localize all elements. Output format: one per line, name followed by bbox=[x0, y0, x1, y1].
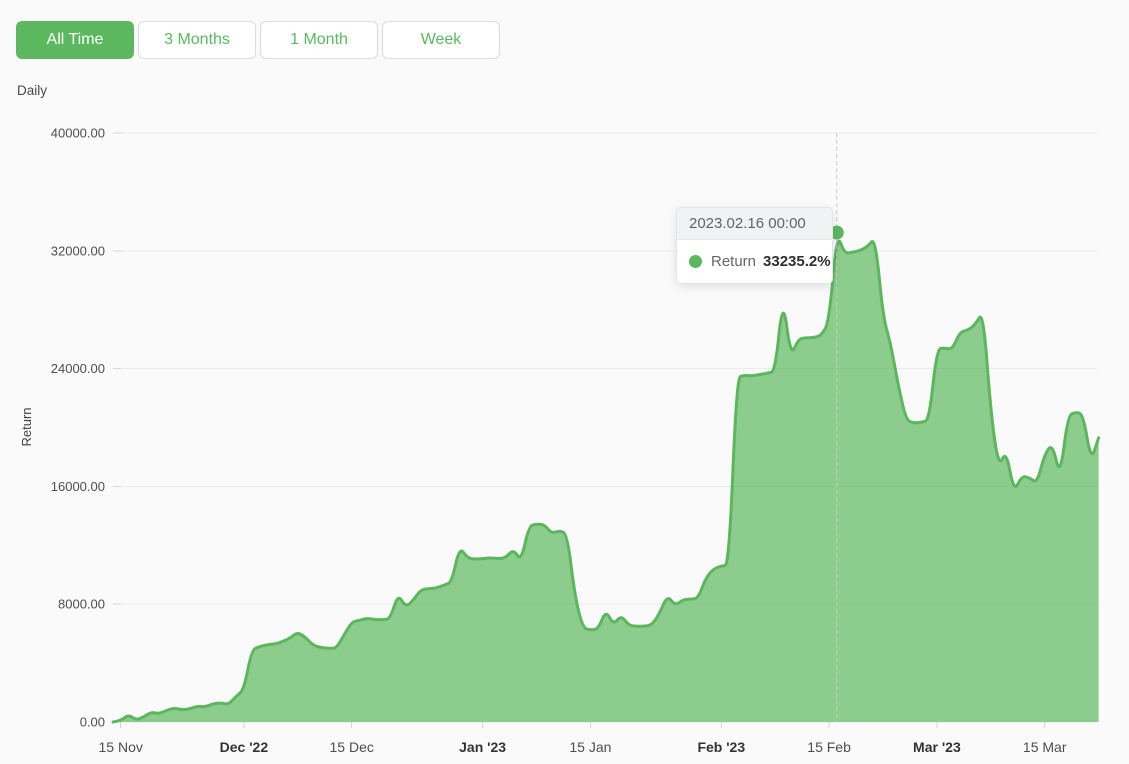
return-area-chart[interactable]: 0.00 8000.00 16000.00 24000.00 32000.00 40000… bbox=[0, 0, 1129, 764]
x-tick-label: 15 Nov bbox=[99, 739, 143, 755]
y-tick-label: 32000.00 bbox=[51, 243, 105, 258]
y-tick-label: 8000.00 bbox=[58, 597, 105, 612]
x-tick-label: Jan '23 bbox=[459, 739, 506, 755]
y-axis-title: Return bbox=[19, 407, 34, 446]
y-tick-label: 16000.00 bbox=[51, 479, 105, 494]
x-tick-label: 15 Jan bbox=[569, 739, 611, 755]
tooltip-body: Return 33235.2% bbox=[677, 240, 832, 283]
x-tick-label: Dec '22 bbox=[220, 739, 269, 755]
tooltip-series-label: Return bbox=[711, 253, 756, 270]
y-tick-label: 24000.00 bbox=[51, 361, 105, 376]
y-tick-label: 40000.00 bbox=[51, 126, 105, 141]
tooltip-date: 2023.02.16 00:00 bbox=[677, 208, 832, 240]
area-fill bbox=[113, 241, 1099, 722]
chart-tooltip: 2023.02.16 00:00 Return 33235.2% bbox=[676, 207, 833, 284]
x-tick-label: 15 Feb bbox=[807, 739, 851, 755]
x-tick-label: 15 Dec bbox=[330, 739, 374, 755]
x-tick-label: Mar '23 bbox=[913, 739, 961, 755]
tooltip-value: 33235.2% bbox=[763, 253, 831, 270]
series-marker-icon bbox=[689, 255, 702, 268]
x-tick-label: 15 Mar bbox=[1023, 739, 1067, 755]
y-tick-label: 0.00 bbox=[80, 715, 105, 730]
x-tick-label: Feb '23 bbox=[697, 739, 745, 755]
